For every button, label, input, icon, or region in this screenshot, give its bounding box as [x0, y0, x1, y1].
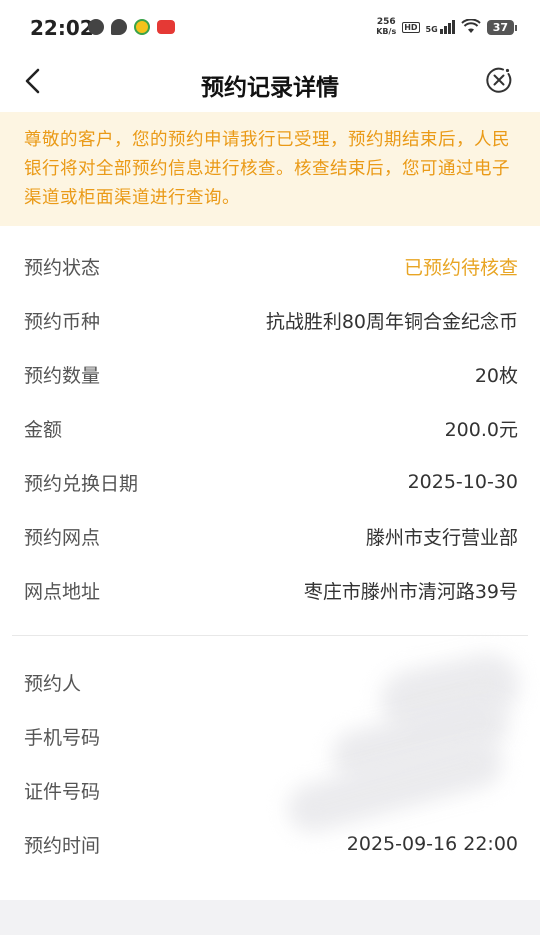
row-label: 预约网点 [24, 526, 101, 549]
app-red-icon [157, 20, 175, 34]
row-label: 预约币种 [24, 310, 101, 333]
detail-row-amount: 金额 200.0元 [24, 413, 518, 443]
detail-row-booking-time: 预约时间 2025-09-16 22:00 [24, 829, 518, 859]
app-badge-icon [134, 19, 150, 35]
nav-bar: 预约记录详情 [0, 56, 540, 110]
notification-icons [88, 19, 175, 35]
bottom-spacer [0, 900, 540, 935]
row-label: 手机号码 [24, 726, 101, 749]
row-value: 2025-09-16 22:00 [346, 833, 518, 855]
wifi-icon [460, 19, 481, 33]
battery-icon: 37 [486, 19, 518, 35]
status-time: 22:02 [30, 16, 94, 40]
message-icon [111, 19, 127, 35]
page-title: 预约记录详情 [201, 75, 339, 101]
notice-text: 尊敬的客户，您的预约申请我行已受理，预约期结束后，人民银行将对全部预约信息进行核… [24, 130, 510, 208]
status-bar: 22:02 256 KB/s HD 5G 37 [0, 0, 540, 56]
row-label: 金额 [24, 418, 63, 441]
network-speed: 256 KB/s [376, 17, 397, 37]
system-icons: 256 KB/s HD 5G 37 [376, 17, 518, 37]
row-label: 网点地址 [24, 580, 101, 603]
close-circle-icon [486, 67, 512, 93]
detail-row-coin-type: 预约币种 抗战胜利80周年铜合金纪念币 [24, 305, 518, 335]
notice-banner: 尊敬的客户，您的预约申请我行已受理，预约期结束后，人民银行将对全部预约信息进行核… [0, 112, 540, 226]
hd-icon: HD [402, 21, 420, 33]
close-button[interactable] [484, 65, 514, 95]
detail-row-quantity: 预约数量 20枚 [24, 359, 518, 389]
row-value: 200.0元 [444, 418, 518, 441]
row-label: 证件号码 [24, 780, 101, 803]
detail-row-exchange-date: 预约兑换日期 2025-10-30 [24, 467, 518, 497]
detail-row-branch: 预约网点 滕州市支行营业部 [24, 521, 518, 551]
row-label: 预约状态 [24, 256, 101, 279]
detail-row-status: 预约状态 已预约待核查 [24, 251, 518, 281]
row-value: 抗战胜利80周年铜合金纪念币 [265, 310, 518, 333]
status-value: 已预约待核查 [403, 256, 518, 279]
row-label: 预约兑换日期 [24, 472, 139, 495]
row-value: 20枚 [474, 364, 518, 387]
app-notification-icon [88, 19, 104, 35]
row-value: 2025-10-30 [407, 471, 518, 493]
row-label: 预约时间 [24, 834, 101, 857]
section-divider [12, 635, 528, 636]
row-value: 枣庄市滕州市清河路39号 [303, 580, 518, 603]
row-value: 滕州市支行营业部 [365, 526, 518, 549]
detail-row-address: 网点地址 枣庄市滕州市清河路39号 [24, 575, 518, 605]
signal-icon: 5G [426, 20, 455, 34]
row-label: 预约数量 [24, 364, 101, 387]
row-label: 预约人 [24, 672, 82, 695]
